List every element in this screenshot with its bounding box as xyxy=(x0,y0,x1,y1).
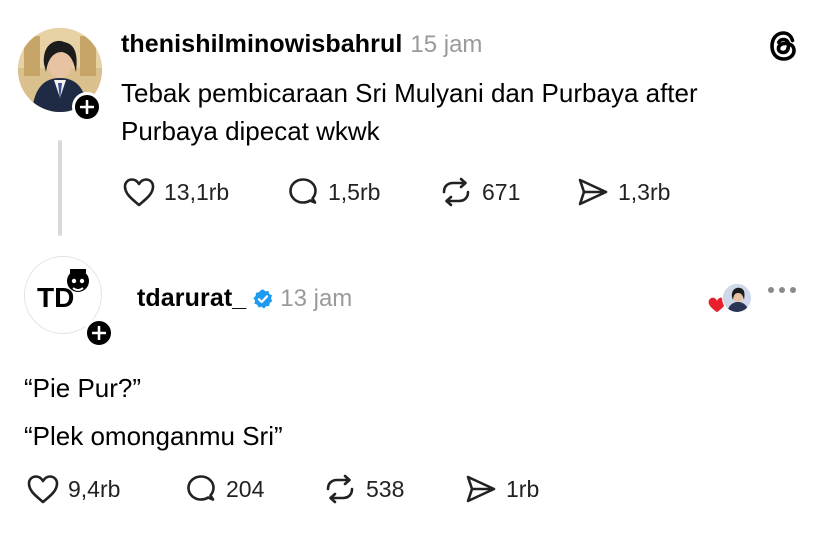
reply-button[interactable]: 1,5rb xyxy=(286,176,380,208)
repost-button[interactable]: 538 xyxy=(322,473,404,505)
post-text-line: “Plek omonganmu Sri” xyxy=(24,421,283,451)
post-body: Tebak pembicaraan Sri Mulyani dan Purbay… xyxy=(121,74,811,150)
heart-icon xyxy=(27,475,59,504)
share-count: 1,3rb xyxy=(618,178,671,205)
verified-badge-icon xyxy=(253,288,273,308)
repost-icon xyxy=(326,474,354,504)
post-header: tdarurat_ 13 jam xyxy=(137,284,352,313)
author-username[interactable]: tdarurat_ xyxy=(137,284,246,313)
post-text-line: “Pie Pur?” xyxy=(24,373,142,403)
more-icon xyxy=(779,287,785,293)
share-button[interactable]: 1,3rb xyxy=(576,176,670,208)
plus-icon xyxy=(80,100,94,114)
reply-count: 204 xyxy=(226,475,265,502)
heart-icon xyxy=(123,178,155,207)
like-count: 9,4rb xyxy=(68,475,121,502)
reply-button[interactable]: 204 xyxy=(184,473,264,505)
post-text-line: Tebak pembicaraan Sri Mulyani dan Purbay… xyxy=(121,78,698,108)
repost-count: 671 xyxy=(482,178,521,205)
thread-connector-line xyxy=(58,140,62,236)
plus-icon xyxy=(92,326,106,340)
more-icon xyxy=(790,287,796,293)
threads-logo-icon xyxy=(766,28,802,64)
more-options-button[interactable] xyxy=(768,287,796,293)
share-button[interactable]: 1rb xyxy=(464,473,539,505)
comment-icon xyxy=(289,178,317,204)
repost-icon xyxy=(442,177,470,207)
send-icon xyxy=(466,475,496,503)
share-count: 1rb xyxy=(506,475,540,502)
follow-button[interactable] xyxy=(84,318,114,348)
follow-button[interactable] xyxy=(72,92,102,122)
like-count: 13,1rb xyxy=(164,178,230,205)
liker-avatar[interactable] xyxy=(722,283,752,313)
send-icon xyxy=(578,178,608,206)
author-username[interactable]: thenishilminowisbahrul xyxy=(121,30,402,59)
comment-icon xyxy=(187,475,215,501)
more-icon xyxy=(768,287,774,293)
liker-avatar-image xyxy=(723,284,751,312)
post-timestamp: 15 jam xyxy=(410,31,483,58)
reply-count: 1,5rb xyxy=(328,178,381,205)
like-button[interactable]: 13,1rb xyxy=(122,176,229,208)
post-timestamp: 13 jam xyxy=(280,284,353,312)
post-body: “Pie Pur?” “Plek omonganmu Sri” xyxy=(24,364,784,460)
post-text-line: Purbaya dipecat wkwk xyxy=(121,116,380,146)
post-header: thenishilminowisbahrul 15 jam xyxy=(121,30,482,59)
like-button[interactable]: 9,4rb xyxy=(26,473,120,505)
repost-count: 538 xyxy=(366,475,405,502)
repost-button[interactable]: 671 xyxy=(438,176,520,208)
